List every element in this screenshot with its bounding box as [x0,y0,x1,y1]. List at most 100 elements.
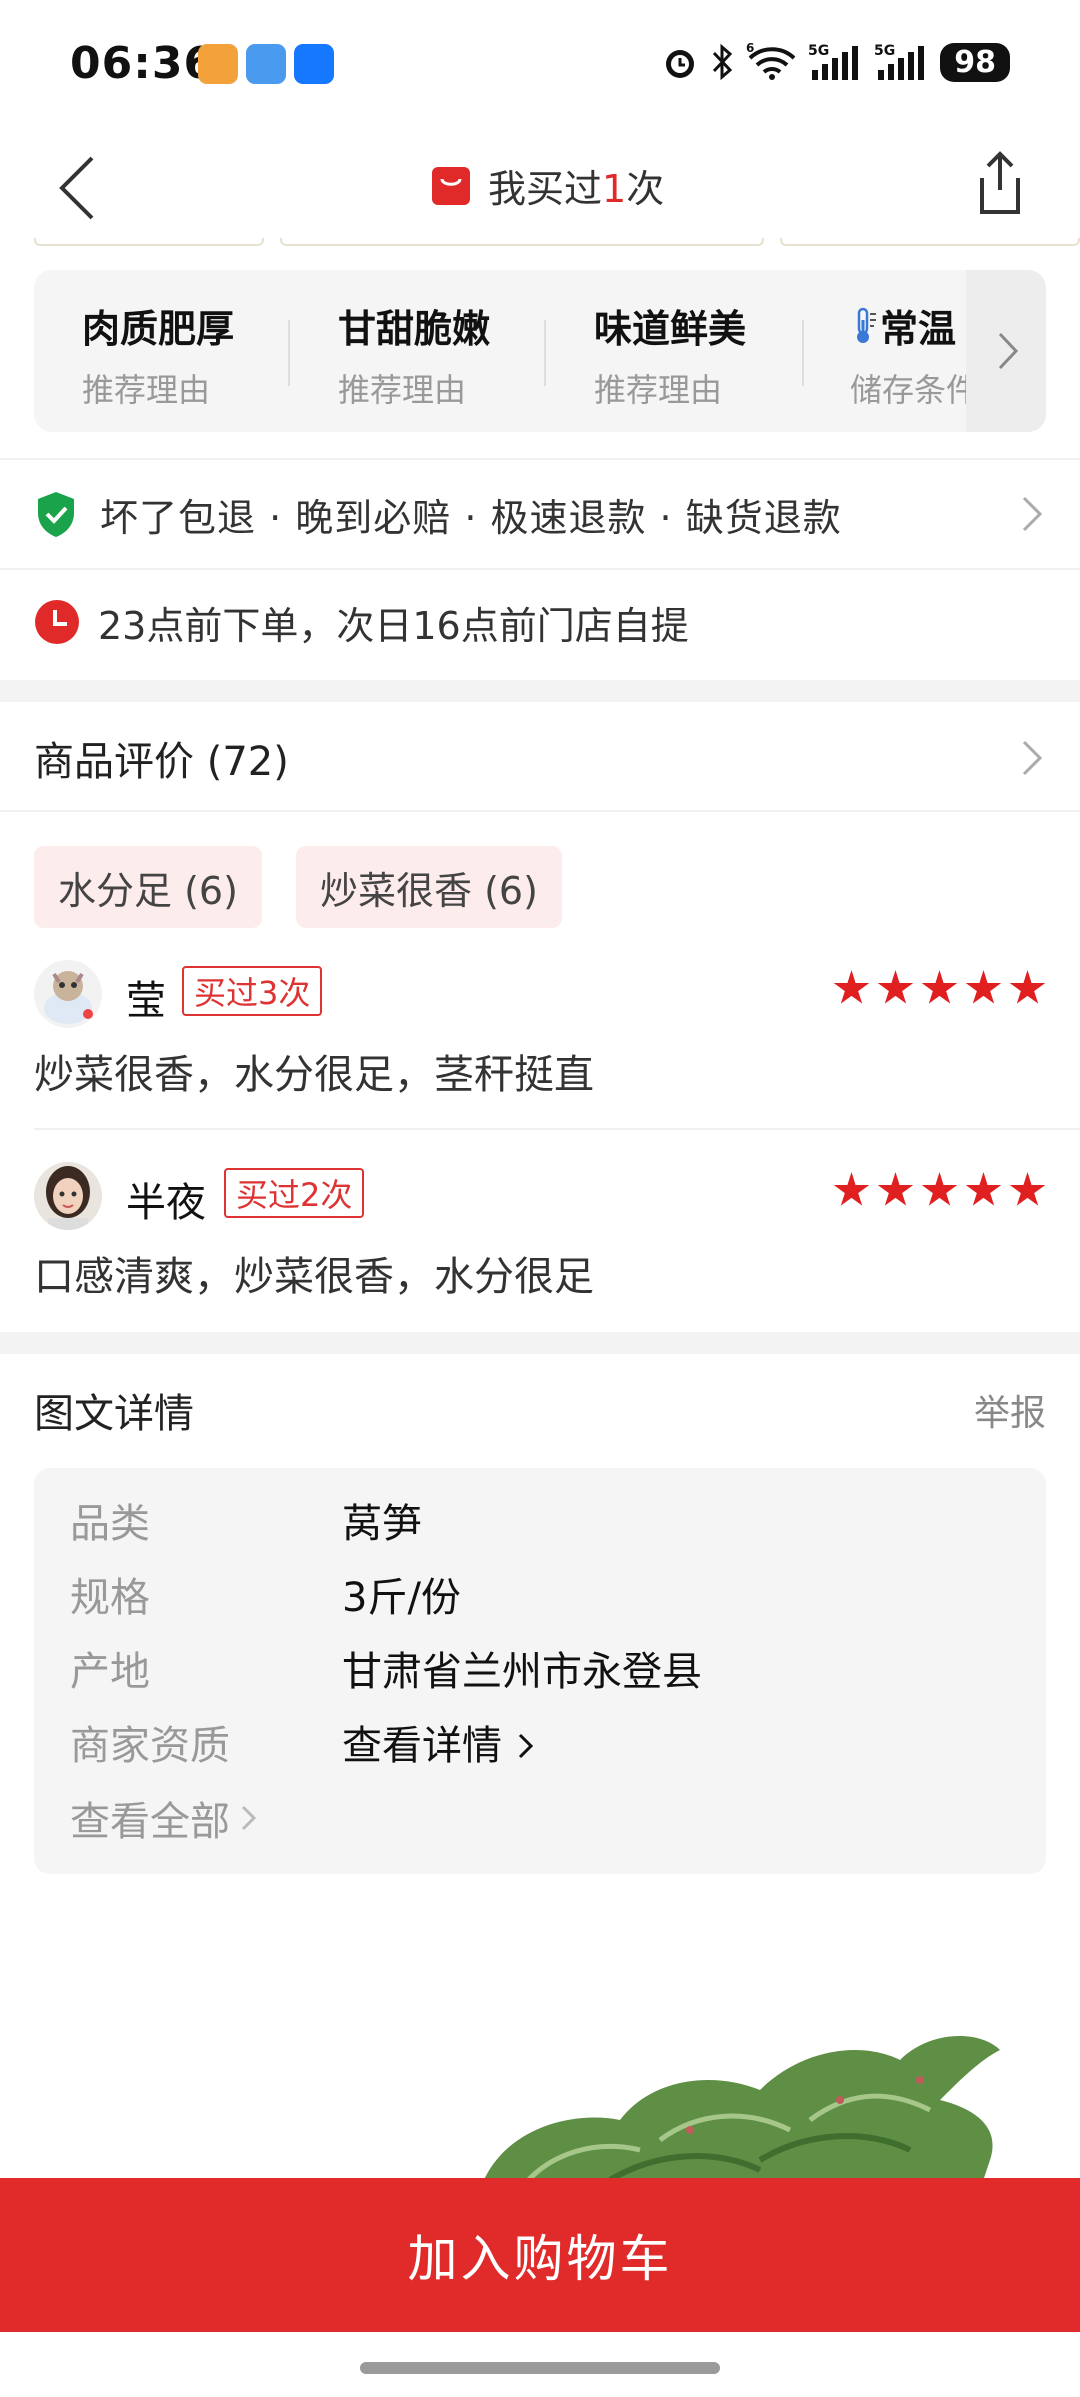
guarantee-text: 坏了包退 · 晚到必赔 · 极速退款 · 缺货退款 [100,495,842,540]
status-time: 06:36 [70,38,216,89]
chevron-right-icon [1022,740,1043,776]
star-icon [1009,970,1046,1004]
review-tag[interactable]: 炒菜很香 (6) [296,846,562,928]
purchase-count-badge: 买过2次 [224,1168,365,1218]
alipay-app-icon [294,44,334,84]
reason-title: 常温 [880,307,957,351]
spec-row: 规格 3斤/份 [70,1566,461,1622]
details-header: 图文详情 举报 [34,1380,1046,1440]
reason-subtitle: 推荐理由 [82,371,211,409]
divider [0,568,1080,570]
chevron-right-icon [241,1805,257,1831]
tab-strip-remnant [0,238,1080,250]
wifi-label: 6 [746,42,754,55]
star-icon [877,970,914,1004]
reason-subtitle: 推荐理由 [594,371,723,409]
spec-table: 品类 莴笋 规格 3斤/份 产地 甘肃省兰州市永登县 商家资质 查看详情 查看全… [34,1468,1046,1874]
star-icon [877,1172,914,1206]
spec-key: 规格 [70,1575,150,1621]
review-text: 炒菜很香，水分很足，茎秆挺直 [34,1052,594,1098]
product-image [480,2036,1000,2190]
battery-indicator: 98 [940,42,1010,82]
section-gap [0,680,1080,702]
shopping-bag-icon [432,166,470,205]
spec-value: 查看详情 [342,1723,502,1769]
chevron-right-icon [998,332,1019,370]
report-link[interactable]: 举报 [974,1384,1046,1436]
spec-key: 产地 [70,1649,150,1695]
bluetooth-icon [713,43,733,81]
reviews-header[interactable]: 商品评价 (72) [34,728,1046,788]
avatar [34,1162,102,1230]
spec-value: 甘肃省兰州市永登县 [342,1649,702,1695]
spec-row: 品类 莴笋 [70,1492,422,1548]
heart-app-icon [198,44,238,84]
divider [0,810,1080,812]
thermometer-icon [857,307,876,343]
signal-icon-2: 5G [874,43,925,80]
star-icon [833,970,870,1004]
purchase-count-badge: 买过3次 [182,966,323,1016]
purchase-history-title[interactable]: 我买过1次 [432,158,664,213]
home-indicator[interactable] [360,2362,720,2374]
title-suffix: 次 [626,167,665,211]
spec-key: 品类 [70,1501,150,1547]
reviewer-name: 半夜 [126,1180,206,1226]
recommendation-reasons[interactable]: 肉质肥厚 推荐理由 甘甜脆嫩 推荐理由 味道鲜美 推荐理由 常温 储存条件 [34,270,1046,432]
reason-subtitle: 推荐理由 [338,371,467,409]
avatar [34,960,102,1028]
spec-value: 3斤/份 [342,1575,461,1621]
network-label-1: 5G [808,43,829,59]
reviews-title: 商品评价 (72) [34,739,289,785]
review-text: 口感清爽，炒菜很香，水分很足 [34,1254,594,1300]
add-to-cart-label: 加入购物车 [407,2230,673,2288]
reason-title: 甘甜脆嫩 [338,307,491,351]
star-rating [833,970,1046,1007]
view-all-link[interactable]: 查看全部 [70,1790,262,1846]
delivery-text: 23点前下单，次日16点前门店自提 [98,603,689,648]
title-count: 1 [602,167,627,211]
chevron-right-icon [518,1733,533,1759]
review-tag[interactable]: 水分足 (6) [34,846,262,928]
status-bar: 06:36 6 5G 5G 98 [0,0,1080,130]
spec-value: 莴笋 [342,1501,422,1547]
service-guarantee-row[interactable]: 坏了包退 · 晚到必赔 · 极速退款 · 缺货退款 [34,484,1046,544]
clock-icon [35,600,79,644]
add-to-cart-button[interactable]: 加入购物车 [0,2178,1080,2332]
reason-item: 肉质肥厚 推荐理由 [82,298,312,411]
reason-item: 味道鲜美 推荐理由 [594,298,824,411]
refresh-app-icon [246,44,286,84]
review-item[interactable]: 半夜 买过2次 口感清爽，炒菜很香，水分很足 [34,1162,1046,1302]
star-icon [965,970,1002,1004]
review-item[interactable]: 莹 买过3次 炒菜很香，水分很足，茎秆挺直 [34,960,1046,1100]
wifi-icon: 6 [746,42,796,80]
spec-row: 商家资质 查看详情 [70,1714,537,1770]
share-button[interactable] [970,148,1030,218]
shield-check-icon [38,492,74,537]
star-icon [833,1172,870,1206]
merchant-qualification-link[interactable]: 查看详情 [342,1713,537,1771]
reason-title: 味道鲜美 [594,307,747,351]
signal-icon-1: 5G [808,43,859,80]
network-label-2: 5G [874,43,895,59]
star-icon [921,970,958,1004]
star-icon [965,1172,1002,1206]
star-icon [1009,1172,1046,1206]
star-rating [833,1172,1046,1209]
view-all-label: 查看全部 [70,1799,230,1845]
chevron-right-icon [1022,496,1043,532]
reason-title: 肉质肥厚 [82,307,235,351]
back-button[interactable] [50,148,110,228]
scroll-more[interactable] [966,270,1046,432]
title-prefix: 我买过 [488,167,603,211]
spec-row: 产地 甘肃省兰州市永登县 [70,1640,702,1696]
divider [544,320,546,386]
alarm-icon [666,50,695,78]
divider [34,1128,1080,1130]
spec-key: 商家资质 [70,1723,230,1769]
divider [0,458,1080,460]
section-gap [0,1332,1080,1354]
star-icon [921,1172,958,1206]
delivery-info-row: 23点前下单，次日16点前门店自提 [34,592,1046,652]
reviewer-name: 莹 [126,978,166,1024]
